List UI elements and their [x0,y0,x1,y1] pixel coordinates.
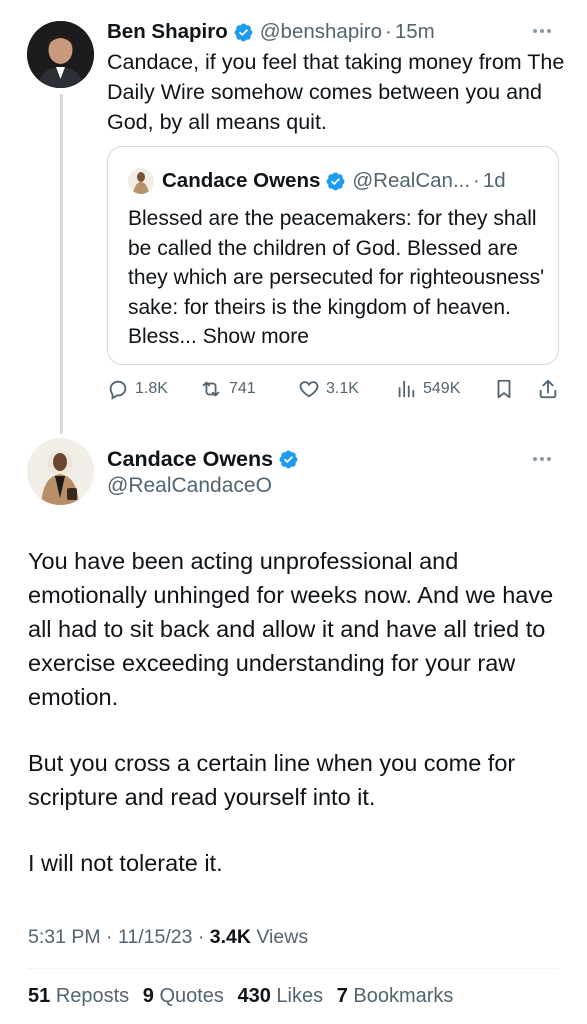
bookmarks-stat[interactable]: 7 Bookmarks [337,985,454,1007]
repost-icon [202,381,220,397]
likes-label: Likes [276,985,324,1007]
separator-dot: · [385,20,392,43]
verified-badge-icon [233,22,254,43]
tweet1-time[interactable]: 15m [395,20,435,44]
verified-badge-icon [325,171,346,192]
bookmark-button[interactable] [493,373,521,405]
quoted-avatar [128,168,154,194]
tweet2-author-row: Candace Owens [107,445,305,473]
verified-badge-icon [278,449,299,470]
bookmarks-label: Bookmarks [353,985,454,1007]
separator-dot: · [473,169,480,192]
reply-icon [109,380,127,400]
divider [28,968,558,969]
likes-stat[interactable]: 430 Likes [237,985,323,1007]
tweet1-handle[interactable]: @benshapiro [260,20,382,44]
views-button[interactable]: 549K [395,373,460,405]
repost-button[interactable]: 741 [199,373,256,405]
reposts-label: Reposts [55,985,130,1007]
views-chart-icon [398,380,415,398]
quoted-time: 1d [482,169,506,192]
tweet2-handle[interactable]: @RealCandaceO [107,474,272,498]
quotes-count: 9 [142,985,154,1007]
tweet2-engagement-stats: 51 Reposts 9 Quotes 430 Likes 7 Bookmark… [28,985,461,1008]
tweet2-paragraph-2: But you cross a certain line when you co… [28,750,516,810]
like-button[interactable]: 3.1K [298,373,359,405]
bookmark-icon [497,379,511,399]
reposts-stat[interactable]: 51 Reposts [28,985,129,1007]
quoted-handle: @RealCan... [352,169,471,192]
reposts-count: 51 [28,985,51,1007]
tweet2-views-label: Views [256,926,309,948]
thread-connector-line [60,94,63,434]
show-more-link[interactable]: Show more [203,325,309,348]
quotes-label: Quotes [159,985,224,1007]
share-button[interactable] [537,373,565,405]
tweet1-author-name[interactable]: Ben Shapiro [107,20,228,44]
tweet2-meta: 5:31 PM · 11/15/23 · 3.4K Views [28,926,308,949]
tweet2-paragraph-1: You have been acting unprofessional and … [28,548,554,710]
more-dots-icon[interactable] [532,18,552,39]
share-icon [539,379,557,399]
reply-count: 1.8K [135,380,168,397]
more-dots-icon[interactable] [532,446,552,467]
tweet2-paragraph-3: I will not tolerate it. [28,850,223,876]
quoted-tweet-header: Candace Owens @RealCan... · 1d [128,167,506,195]
bookmarks-count: 7 [336,985,348,1007]
tweet1-action-bar: 1.8K 741 3.1K 549K [107,373,562,405]
likes-count: 430 [237,985,271,1007]
tweet1-text: Candace, if you feel that taking money f… [107,50,565,134]
tweet2-time[interactable]: 5:31 PM [28,926,101,948]
avatar-candace-owens[interactable] [27,438,94,505]
tweet2-text: You have been acting unprofessional and … [28,544,568,880]
separator-dot: · [106,926,113,948]
tweet2-views-count: 3.4K [209,926,251,948]
tweet1-header: Ben Shapiro @benshapiro · 15m [107,17,435,47]
tweet2-date[interactable]: 11/15/23 [118,926,192,948]
quoted-tweet-text: Blessed are the peacemakers: for they sh… [128,204,548,352]
avatar-ben-shapiro[interactable] [27,21,94,88]
quoted-author-name: Candace Owens [162,169,321,192]
like-count: 3.1K [326,380,359,397]
quoted-tweet-card[interactable]: Candace Owens @RealCan... · 1d Blessed a… [107,146,559,365]
reply-button[interactable]: 1.8K [107,373,168,405]
quoted-text-body: Blessed are the peacemakers: for they sh… [128,207,545,348]
views-count: 549K [423,380,461,397]
separator-dot: · [197,926,205,948]
tweet2-author-name[interactable]: Candace Owens [107,447,273,472]
heart-icon [299,381,319,398]
quotes-stat[interactable]: 9 Quotes [143,985,224,1007]
repost-count: 741 [229,380,256,397]
